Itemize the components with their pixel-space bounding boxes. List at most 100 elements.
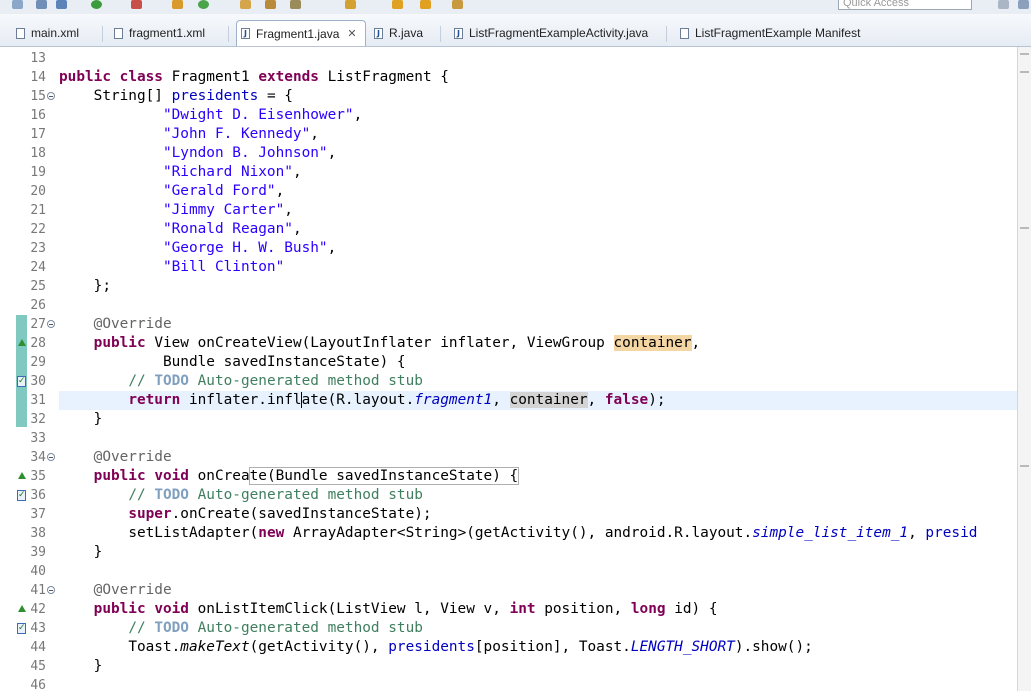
line-number: 40 bbox=[30, 564, 46, 579]
code-line[interactable]: 16 "Dwight D. Eisenhower", bbox=[0, 106, 1017, 125]
tab-label: ListFragmentExampleActivity.java bbox=[469, 26, 649, 40]
tab-separator bbox=[228, 26, 229, 42]
toolbar-button-icon[interactable] bbox=[56, 0, 67, 9]
code-line[interactable]: 14 public class Fragment1 extends ListFr… bbox=[0, 68, 1017, 87]
code-line[interactable]: 23 "George H. W. Bush", bbox=[0, 239, 1017, 258]
close-tab-icon[interactable]: ✕ bbox=[347, 27, 356, 40]
code-line[interactable]: 33 bbox=[0, 429, 1017, 448]
java-code-editor[interactable]: 13 14 public class Fragment1 extends Lis… bbox=[0, 47, 1017, 691]
code-line[interactable]: 42 public void onListItemClick(ListView … bbox=[0, 600, 1017, 619]
code-line[interactable]: 39 } bbox=[0, 543, 1017, 562]
tab-separator bbox=[102, 26, 103, 42]
code-line[interactable]: 18 "Lyndon B. Johnson", bbox=[0, 144, 1017, 163]
code-line[interactable]: 30 ✓ // TODO Auto-generated method stub bbox=[0, 372, 1017, 391]
toolbar-button-icon[interactable] bbox=[265, 0, 276, 9]
code-line[interactable]: 19 "Richard Nixon", bbox=[0, 163, 1017, 182]
code-line[interactable]: 24 "Bill Clinton" bbox=[0, 258, 1017, 277]
line-number: 37 bbox=[30, 507, 46, 522]
toolbar-button-icon[interactable] bbox=[36, 0, 47, 9]
override-marker-icon[interactable] bbox=[18, 605, 26, 612]
code-line[interactable]: 13 bbox=[0, 49, 1017, 68]
code-line[interactable]: 44 Toast.makeText(getActivity(), preside… bbox=[0, 638, 1017, 657]
tab-manifest[interactable]: ListFragmentExample Manifest bbox=[676, 21, 860, 45]
code-line[interactable]: 25 }; bbox=[0, 277, 1017, 296]
tab-r-java[interactable]: J R.java bbox=[370, 21, 423, 45]
tab-main-xml[interactable]: main.xml bbox=[12, 21, 79, 45]
overview-ruler[interactable] bbox=[1017, 47, 1031, 691]
code-line[interactable]: 21 "Jimmy Carter", bbox=[0, 201, 1017, 220]
toolbar-button-icon[interactable] bbox=[452, 0, 463, 9]
code-line[interactable]: 17 "John F. Kennedy", bbox=[0, 125, 1017, 144]
debug-icon[interactable] bbox=[198, 0, 209, 9]
code-text: public void onCreate(Bundle savedInstanc… bbox=[93, 467, 520, 485]
code-line[interactable]: 41 @Override bbox=[0, 581, 1017, 600]
task-marker-icon[interactable]: ✓ bbox=[17, 623, 26, 634]
code-text: // TODO Auto-generated method stub bbox=[128, 620, 423, 636]
code-line[interactable]: 31 return inflater.inflate(R.layout.frag… bbox=[0, 391, 1017, 410]
overview-marker[interactable] bbox=[1020, 227, 1029, 229]
toolbar-button-icon[interactable] bbox=[172, 0, 183, 9]
back-arrow-icon[interactable] bbox=[392, 0, 403, 9]
task-marker-icon[interactable]: ✓ bbox=[17, 490, 26, 501]
collapse-icon[interactable] bbox=[47, 586, 55, 594]
code-line[interactable]: 45 } bbox=[0, 657, 1017, 676]
toolbar-button-icon[interactable] bbox=[240, 0, 251, 9]
code-line[interactable]: 32 } bbox=[0, 410, 1017, 429]
code-line[interactable]: 26 bbox=[0, 296, 1017, 315]
code-text: "Ronald Reagan", bbox=[162, 221, 302, 237]
code-text: // TODO Auto-generated method stub bbox=[128, 487, 423, 503]
open-perspective-icon[interactable] bbox=[998, 0, 1009, 9]
tab-fragment1-java[interactable]: J Fragment1.java ✕ bbox=[236, 20, 366, 46]
code-line[interactable]: 29 Bundle savedInstanceState) { bbox=[0, 353, 1017, 372]
override-marker-icon[interactable] bbox=[18, 472, 26, 479]
code-line[interactable]: 43 ✓ // TODO Auto-generated method stub bbox=[0, 619, 1017, 638]
code-line[interactable]: 38 setListAdapter(new ArrayAdapter<Strin… bbox=[0, 524, 1017, 543]
line-number: 23 bbox=[30, 241, 46, 256]
line-number: 38 bbox=[30, 526, 46, 541]
line-number: 18 bbox=[30, 146, 46, 161]
forward-arrow-icon[interactable] bbox=[420, 0, 431, 9]
code-text: "Dwight D. Eisenhower", bbox=[162, 107, 363, 123]
line-number: 24 bbox=[30, 260, 46, 275]
code-line[interactable]: 22 "Ronald Reagan", bbox=[0, 220, 1017, 239]
line-number: 20 bbox=[30, 184, 46, 199]
overview-marker[interactable] bbox=[1020, 71, 1029, 73]
code-line[interactable]: 27 @Override bbox=[0, 315, 1017, 334]
collapse-icon[interactable] bbox=[47, 92, 55, 100]
code-line[interactable]: 40 bbox=[0, 562, 1017, 581]
tab-fragment1-xml[interactable]: fragment1.xml bbox=[110, 21, 205, 45]
run-icon[interactable] bbox=[91, 0, 102, 9]
line-number: 14 bbox=[30, 70, 46, 85]
code-line[interactable]: 34 @Override bbox=[0, 448, 1017, 467]
collapse-icon[interactable] bbox=[47, 320, 55, 328]
code-line[interactable]: 36 ✓ // TODO Auto-generated method stub bbox=[0, 486, 1017, 505]
code-line[interactable]: 37 super.onCreate(savedInstanceState); bbox=[0, 505, 1017, 524]
override-marker-icon[interactable] bbox=[18, 339, 26, 346]
quick-access-input[interactable]: Quick Access bbox=[838, 0, 972, 10]
line-number: 44 bbox=[30, 640, 46, 655]
code-line[interactable]: 28 public View onCreateView(LayoutInflat… bbox=[0, 334, 1017, 353]
code-line[interactable]: 15 String[] presidents = { bbox=[0, 87, 1017, 106]
java-file-icon: J bbox=[454, 27, 463, 39]
java-file-icon: J bbox=[374, 27, 383, 39]
overview-marker[interactable] bbox=[1020, 465, 1029, 467]
tab-listfragmentexampleactivity-java[interactable]: J ListFragmentExampleActivity.java bbox=[450, 21, 648, 45]
code-line[interactable]: 46 bbox=[0, 676, 1017, 691]
overview-marker[interactable] bbox=[1020, 53, 1029, 55]
toolbar-button-icon[interactable] bbox=[345, 0, 356, 9]
code-text: @Override bbox=[93, 582, 172, 598]
task-marker-icon[interactable]: ✓ bbox=[17, 376, 26, 387]
toolbar-button-icon[interactable] bbox=[131, 0, 142, 9]
code-text: Bundle savedInstanceState) { bbox=[162, 354, 406, 370]
xml-file-icon bbox=[16, 27, 25, 39]
line-number: 29 bbox=[30, 355, 46, 370]
code-line[interactable]: 35 public void onCreate(Bundle savedInst… bbox=[0, 467, 1017, 486]
toolbar-button-icon[interactable] bbox=[12, 0, 23, 9]
code-text: @Override bbox=[93, 449, 172, 465]
code-line[interactable]: 20 "Gerald Ford", bbox=[0, 182, 1017, 201]
text-caret: ate(R.layout. bbox=[300, 392, 415, 408]
toolbar-button-icon[interactable] bbox=[290, 0, 301, 9]
collapse-icon[interactable] bbox=[47, 453, 55, 461]
code-text: } bbox=[93, 544, 103, 560]
perspective-icon[interactable] bbox=[1018, 0, 1029, 9]
